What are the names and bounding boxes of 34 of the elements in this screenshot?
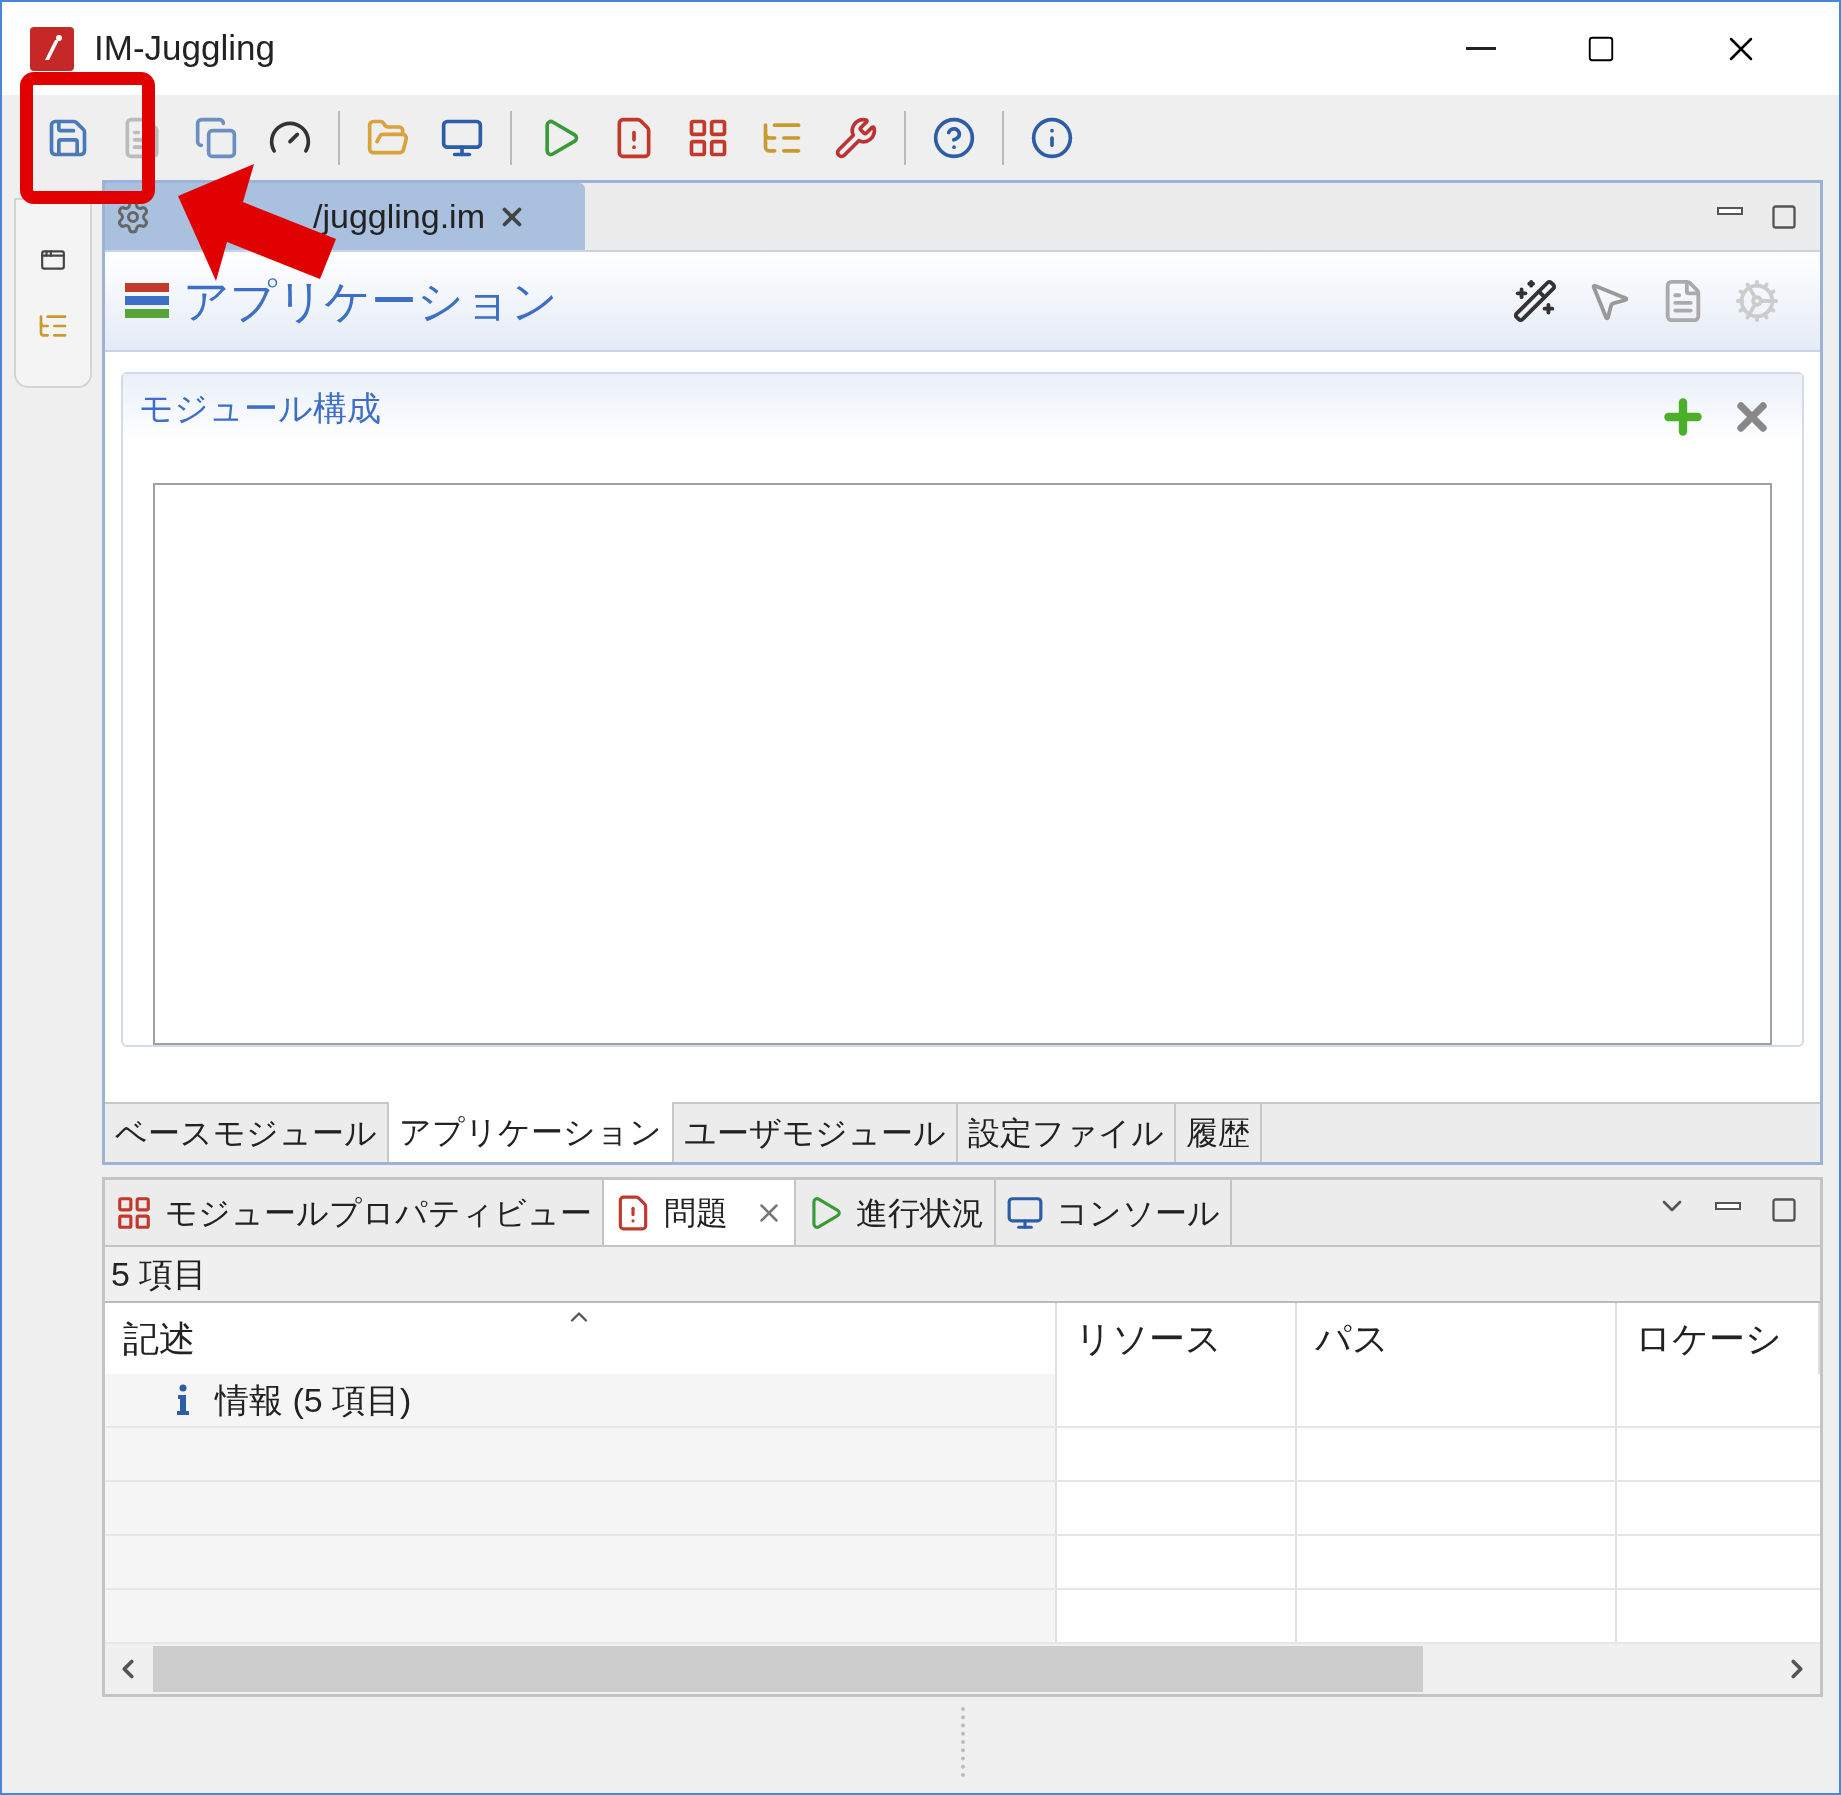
horizontal-scrollbar[interactable] bbox=[105, 1644, 1820, 1694]
column-header[interactable]: パス bbox=[1297, 1303, 1617, 1375]
column-header[interactable]: ロケーシ bbox=[1617, 1303, 1820, 1375]
tab-label: 進行状況 bbox=[856, 1193, 984, 1233]
maximize-icon bbox=[1770, 1196, 1798, 1224]
wrench-icon bbox=[834, 115, 878, 160]
sash-grip[interactable] bbox=[960, 1707, 965, 1777]
window-icon bbox=[40, 247, 66, 273]
panel-tab[interactable]: 問題 bbox=[604, 1180, 796, 1246]
scrollbar-thumb[interactable] bbox=[153, 1646, 1423, 1692]
info-icon bbox=[1030, 115, 1074, 160]
wand-button[interactable] bbox=[1512, 278, 1558, 324]
info-icon bbox=[175, 1384, 191, 1417]
editor-tab-title: /juggling.im bbox=[313, 196, 485, 237]
tab-label: コンソール bbox=[1056, 1193, 1220, 1233]
window-title: IM-Juggling bbox=[94, 27, 275, 70]
item-count: 5 項目 bbox=[111, 1253, 208, 1295]
stacked-bars-icon bbox=[125, 281, 169, 321]
column-header[interactable]: リソース bbox=[1057, 1303, 1297, 1375]
app-logo-icon bbox=[30, 26, 74, 71]
tree-item[interactable]: 情報 (5 項目) bbox=[215, 1374, 412, 1426]
copy-icon bbox=[194, 115, 238, 160]
wand-icon bbox=[1512, 278, 1558, 324]
minimize-icon bbox=[1715, 1202, 1741, 1210]
tab-label: 問題 bbox=[664, 1193, 728, 1233]
editor-tab[interactable]: アプリケーション bbox=[389, 1102, 674, 1162]
section-title: モジュール構成 bbox=[139, 388, 381, 429]
tab-label: モジュールプロパティビュー bbox=[165, 1193, 592, 1233]
help-icon bbox=[932, 115, 976, 160]
minimize-icon bbox=[1466, 47, 1496, 50]
minimize-icon bbox=[1717, 207, 1743, 215]
editor-title: アプリケーション bbox=[183, 273, 558, 329]
cog-icon bbox=[1734, 278, 1780, 324]
maximize-icon bbox=[1770, 203, 1798, 231]
